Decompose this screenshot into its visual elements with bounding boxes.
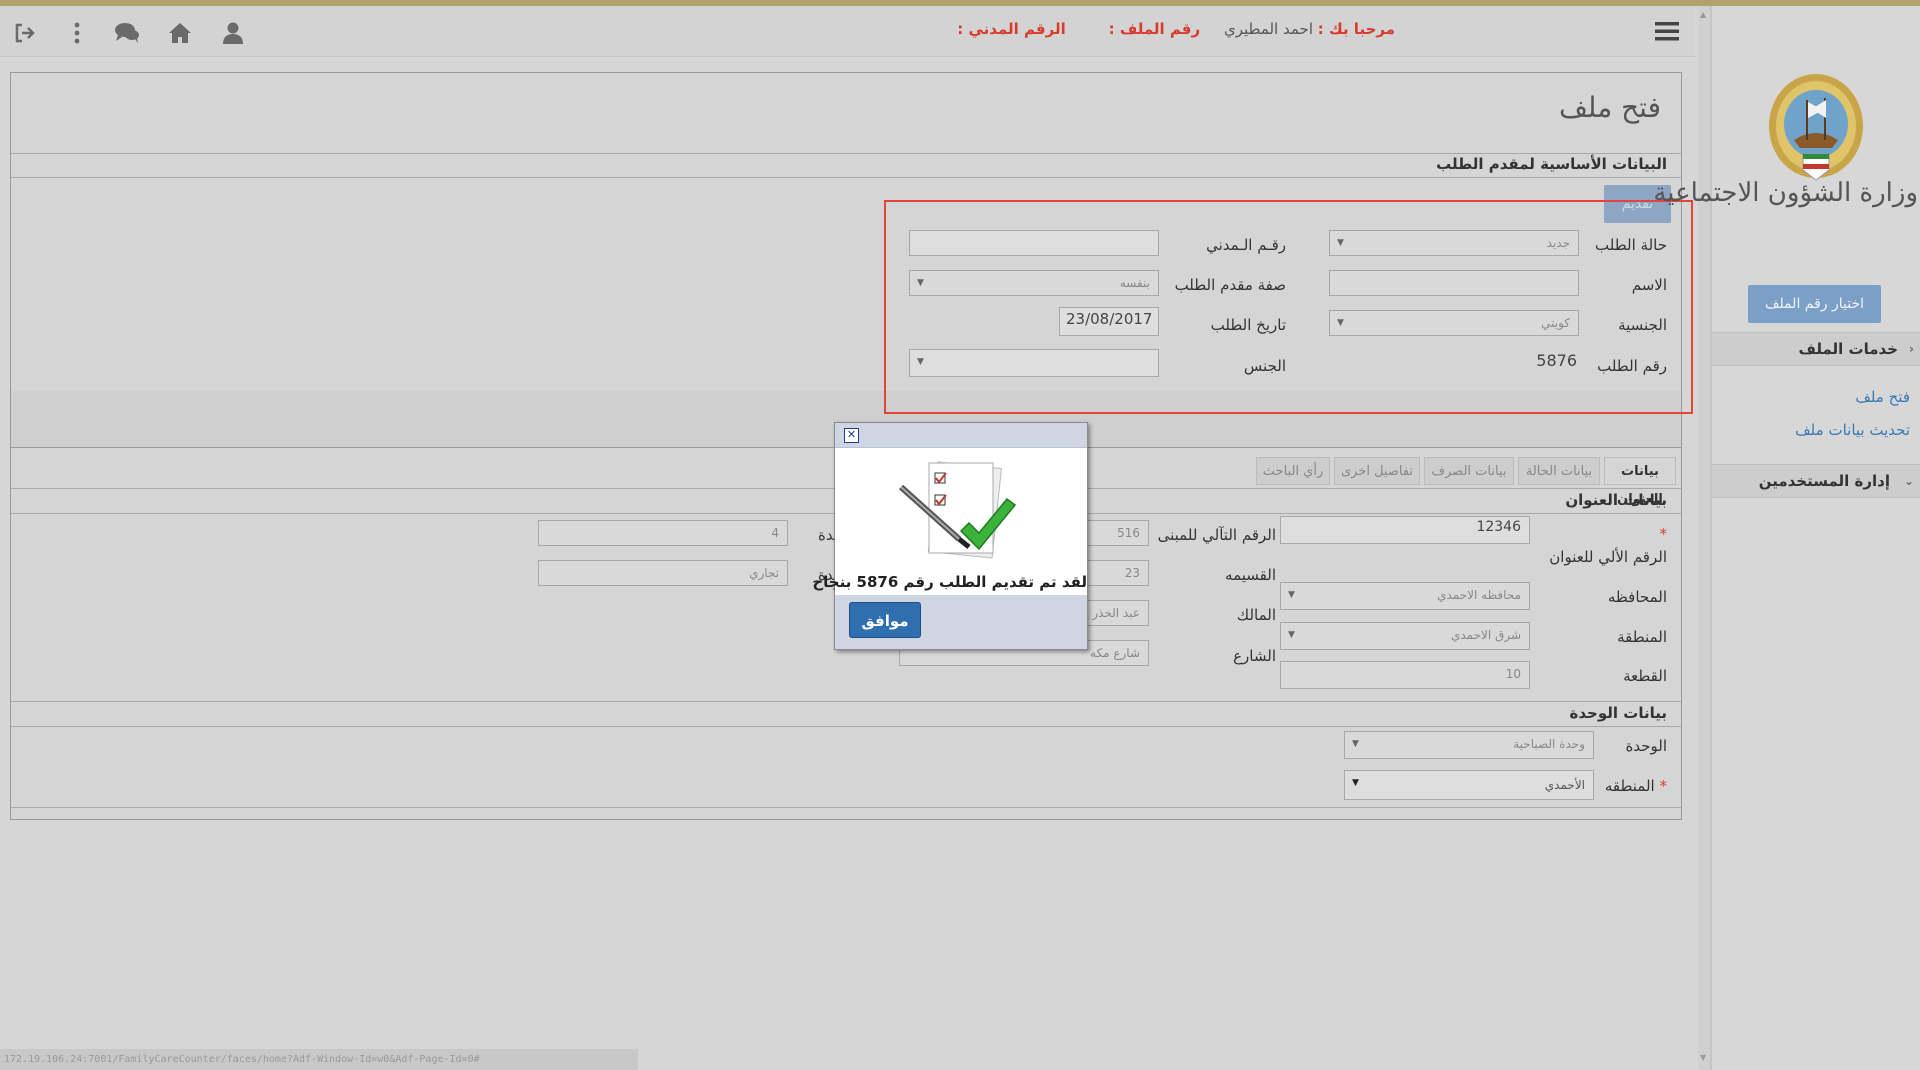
user-admin-menu[interactable]: إدارة المستخدمين ⌄: [1712, 464, 1920, 498]
close-icon[interactable]: ✕: [844, 428, 859, 443]
tab-case-data[interactable]: بيانات الحالة: [1518, 457, 1600, 485]
unit-section-heading: بيانات الوحدة: [1569, 704, 1667, 722]
tab-address-data[interactable]: بيانات العنوان: [1604, 457, 1676, 507]
dialog-message: لقد تم تقديم الطلب رقم 5876 بنجاح: [812, 573, 1087, 591]
user-name: احمد المطيري: [1223, 20, 1313, 38]
plot-label: القسيمه: [1225, 566, 1276, 584]
area-select[interactable]: ▼ شرق الاحمدي: [1280, 622, 1530, 650]
tab-researcher-opinion[interactable]: رأي الباحث: [1256, 457, 1330, 485]
sidebar: وزارة الشؤون الاجتماعية اختيار رقم الملف…: [1653, 6, 1920, 1070]
governorate-select[interactable]: ▼ محافظه الاحمدي: [1280, 582, 1530, 610]
home-icon[interactable]: [167, 20, 193, 46]
status-url: 172.19.106.24:7001/FamilyCareCounter/fac…: [0, 1049, 638, 1070]
ministry-logo: [1767, 70, 1865, 182]
highlight-box: [884, 200, 1693, 414]
divider: [11, 177, 1681, 178]
logout-icon[interactable]: [12, 20, 38, 46]
block-label: القطعة: [1623, 667, 1667, 685]
chevron-down-icon: ⌄: [1903, 474, 1914, 488]
divider: [11, 153, 1681, 154]
owner-label: المالك: [1236, 606, 1276, 624]
unit-type-field: تجاري: [538, 560, 788, 586]
required-marker: *: [1659, 525, 1668, 543]
choose-file-button[interactable]: اختيار رقم الملف: [1748, 285, 1881, 323]
page-title: فتح ملف: [1558, 91, 1661, 124]
area-label: المنطقة: [1617, 628, 1667, 646]
file-number-label: رقم الملف :: [1108, 20, 1201, 38]
region-label: * المنطقه: [1604, 777, 1667, 795]
dialog-titlebar: ✕: [835, 423, 1087, 448]
auto-number-label: الرقم الألي للعنوان: [1549, 548, 1667, 566]
unit-label: الوحدة: [1625, 737, 1668, 755]
sidebar-item-update-file[interactable]: تحديث بيانات ملف: [1795, 421, 1910, 439]
dialog-footer: موافق: [835, 595, 1087, 649]
top-bar: مرحبا بك : احمد المطيري رقم الملف : الرق…: [0, 6, 1695, 57]
governorate-label: المحافظه: [1607, 588, 1667, 606]
chevron-left-icon: ‹: [1909, 342, 1914, 356]
block-field: 10: [1280, 661, 1530, 689]
divider: [11, 807, 1681, 808]
chat-icon[interactable]: [114, 20, 140, 46]
region-select[interactable]: ▼ الأحمدي: [1344, 770, 1594, 800]
street-label: الشارع: [1233, 647, 1276, 665]
auto-number-input[interactable]: 12346: [1280, 516, 1530, 544]
unit-number-field: 4: [538, 520, 788, 546]
welcome-label: مرحبا بك :: [1317, 20, 1395, 38]
address-section-heading: بيانات العنوان: [1565, 491, 1667, 509]
greeting-bar: مرحبا بك : احمد المطيري رقم الملف : الرق…: [957, 20, 1395, 38]
divider: [11, 701, 1681, 702]
divider: [11, 726, 1681, 727]
building-auto-number-label: الرقم التآلي للمبنى: [1157, 526, 1276, 544]
tab-payment-data[interactable]: بيانات الصرف: [1424, 457, 1514, 485]
file-services-menu[interactable]: خدمات الملف ‹: [1712, 332, 1920, 366]
more-vertical-icon[interactable]: [64, 20, 90, 46]
tab-other-details[interactable]: تفاصيل اخرى: [1334, 457, 1420, 485]
main-scrollbar[interactable]: ▲ ▼: [1698, 6, 1710, 1070]
basic-data-heading: البيانات الأساسية لمقدم الطلب: [1436, 155, 1667, 173]
hamburger-menu-icon[interactable]: [1654, 18, 1680, 44]
civil-id-label: الرقم المدني :: [957, 20, 1066, 38]
success-checklist-icon: [895, 459, 1025, 569]
ministry-name: وزارة الشؤون الاجتماعية: [1653, 178, 1918, 208]
sidebar-item-open-file[interactable]: فتح ملف: [1855, 388, 1910, 406]
ok-button[interactable]: موافق: [849, 602, 921, 638]
success-dialog: ✕ لقد تم تقديم الطلب رقم 5876 بنجاح مواف…: [812, 422, 1088, 650]
user-icon[interactable]: [220, 20, 246, 46]
unit-select[interactable]: ▼ وحدة الصباحية: [1344, 731, 1594, 759]
